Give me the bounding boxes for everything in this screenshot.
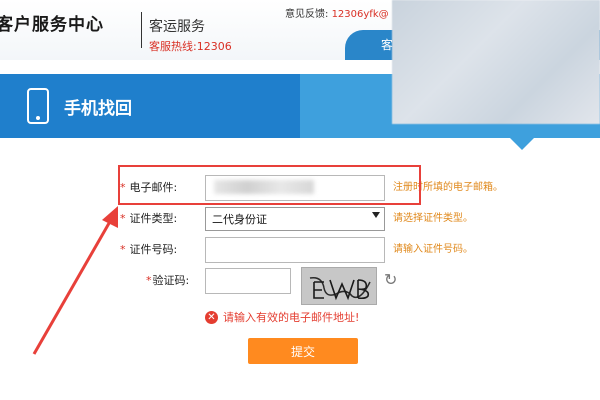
annotation-arrow [32, 206, 118, 355]
annotation-arrow-head [102, 206, 118, 228]
annotation-arrow-shaft [32, 217, 114, 355]
